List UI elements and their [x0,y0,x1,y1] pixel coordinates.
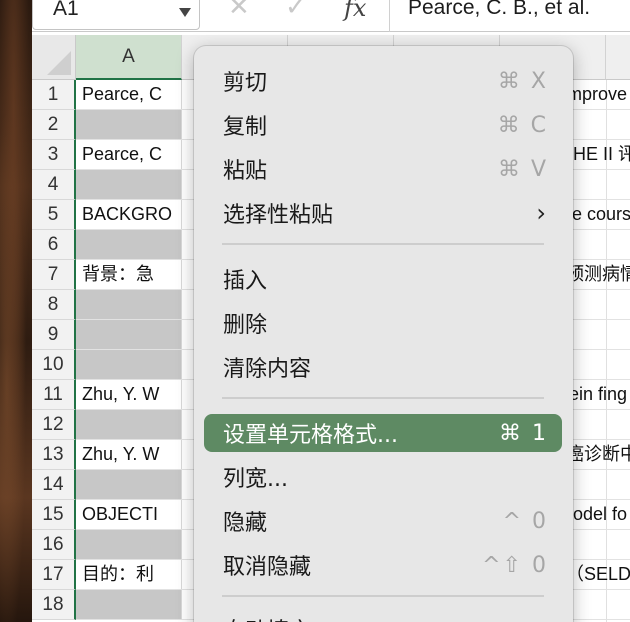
spreadsheet-window: A1 ✕ ✓ fx Pearce, C. B., et al. A E 1Pea… [32,0,630,622]
select-all-triangle-icon [47,51,71,75]
row-header[interactable]: 3 [32,140,76,170]
menu-item-label: 列宽... [223,467,288,492]
menu-separator [222,243,544,245]
menu-item-paste[interactable]: 粘贴 ⌘ V [204,150,562,188]
chevron-down-icon[interactable] [179,8,191,17]
cell-column-a[interactable] [76,470,182,499]
menu-item-cut[interactable]: 剪切 ⌘ X [204,62,562,100]
name-box[interactable]: A1 [32,0,200,30]
row-header[interactable]: 13 [32,440,76,470]
row-header[interactable]: 2 [32,110,76,140]
menu-item-delete[interactable]: 删除 [204,304,562,342]
shortcut-label: ⌘ C [497,112,548,138]
cell-column-a[interactable] [76,290,182,319]
function-icon[interactable]: fx [344,0,366,22]
menu-item-label: 设置单元格格式... [223,423,398,448]
row-header[interactable]: 8 [32,290,76,320]
menu-separator [222,595,544,597]
column-header-a[interactable]: A [76,35,182,80]
cell-column-a[interactable]: 目的：利 [76,560,182,589]
column-header-f[interactable] [606,35,630,80]
shortcut-label: ^⇧ 0 [482,552,548,578]
chevron-right-icon: › [536,199,546,227]
chevron-right-icon: › [536,615,546,622]
row-header[interactable]: 14 [32,470,76,500]
cell-column-a[interactable] [76,350,182,379]
menu-item-label: 隐藏 [223,511,268,536]
cell-column-a[interactable] [76,170,182,199]
menu-item-label: 插入 [223,269,268,294]
row-header[interactable]: 16 [32,530,76,560]
cell-column-a[interactable] [76,230,182,259]
formula-input[interactable]: Pearce, C. B., et al. [408,0,590,20]
menu-item-label: 剪切 [223,71,268,96]
cell-column-a[interactable]: OBJECTI [76,500,182,529]
menu-item-autofill[interactable]: 自动填充 › [204,610,562,622]
menu-item-label: 清除内容 [223,357,312,382]
row-header[interactable]: 15 [32,500,76,530]
cell-column-a[interactable] [76,590,182,619]
context-menu: 剪切 ⌘ X 复制 ⌘ C 粘贴 ⌘ V 选择性粘贴 › 插入 删除 清除内容 … [194,46,573,622]
menu-item-label: 粘贴 [223,159,268,184]
menu-item-clear-contents[interactable]: 清除内容 [204,348,562,386]
menu-item-label: 删除 [223,313,268,338]
menu-item-insert[interactable]: 插入 [204,260,562,298]
menu-item-label: 取消隐藏 [223,555,312,580]
name-box-value: A1 [53,0,79,20]
row-header[interactable]: 9 [32,320,76,350]
cell-column-a[interactable] [76,530,182,559]
cancel-icon[interactable]: ✕ [228,0,250,22]
menu-item-format-cells[interactable]: 设置单元格格式... ⌘ 1 [204,414,562,452]
row-header[interactable]: 10 [32,350,76,380]
menu-item-label: 选择性粘贴 [223,203,334,228]
row-header[interactable]: 5 [32,200,76,230]
cell-column-a[interactable]: Zhu, Y. W [76,380,182,409]
desktop-background [0,0,34,622]
cell-column-a[interactable]: Zhu, Y. W [76,440,182,469]
cell-column-a[interactable]: Pearce, C [76,80,182,109]
formula-bar: A1 ✕ ✓ fx Pearce, C. B., et al. [32,0,630,32]
menu-item-column-width[interactable]: 列宽... [204,458,562,496]
cell-column-a[interactable]: BACKGRO [76,200,182,229]
cell-column-a[interactable]: 背景：急 [76,260,182,289]
select-all-button[interactable] [32,35,76,80]
menu-item-label: 自动填充 [223,613,311,622]
row-header[interactable]: 7 [32,260,76,290]
shortcut-label: ⌘ 1 [499,420,548,446]
row-header[interactable]: 17 [32,560,76,590]
row-header[interactable]: 6 [32,230,76,260]
menu-item-hide[interactable]: 隐藏 ^ 0 [204,502,562,540]
formula-bar-divider [389,0,390,32]
menu-separator [222,397,544,399]
row-header[interactable]: 18 [32,590,76,620]
menu-item-label: 复制 [223,115,268,140]
menu-item-unhide[interactable]: 取消隐藏 ^⇧ 0 [204,546,562,584]
cell-column-a[interactable] [76,410,182,439]
row-header[interactable]: 12 [32,410,76,440]
menu-item-copy[interactable]: 复制 ⌘ C [204,106,562,144]
cell-column-a[interactable] [76,320,182,349]
row-header[interactable]: 4 [32,170,76,200]
shortcut-label: ^ 0 [502,508,548,534]
shortcut-label: ⌘ V [497,156,548,182]
row-header[interactable]: 1 [32,80,76,110]
row-header[interactable]: 11 [32,380,76,410]
shortcut-label: ⌘ X [497,68,548,94]
cell-column-a[interactable] [76,110,182,139]
cell-column-a[interactable]: Pearce, C [76,140,182,169]
menu-item-paste-special[interactable]: 选择性粘贴 › [204,194,562,232]
checkmark-icon[interactable]: ✓ [285,0,307,22]
